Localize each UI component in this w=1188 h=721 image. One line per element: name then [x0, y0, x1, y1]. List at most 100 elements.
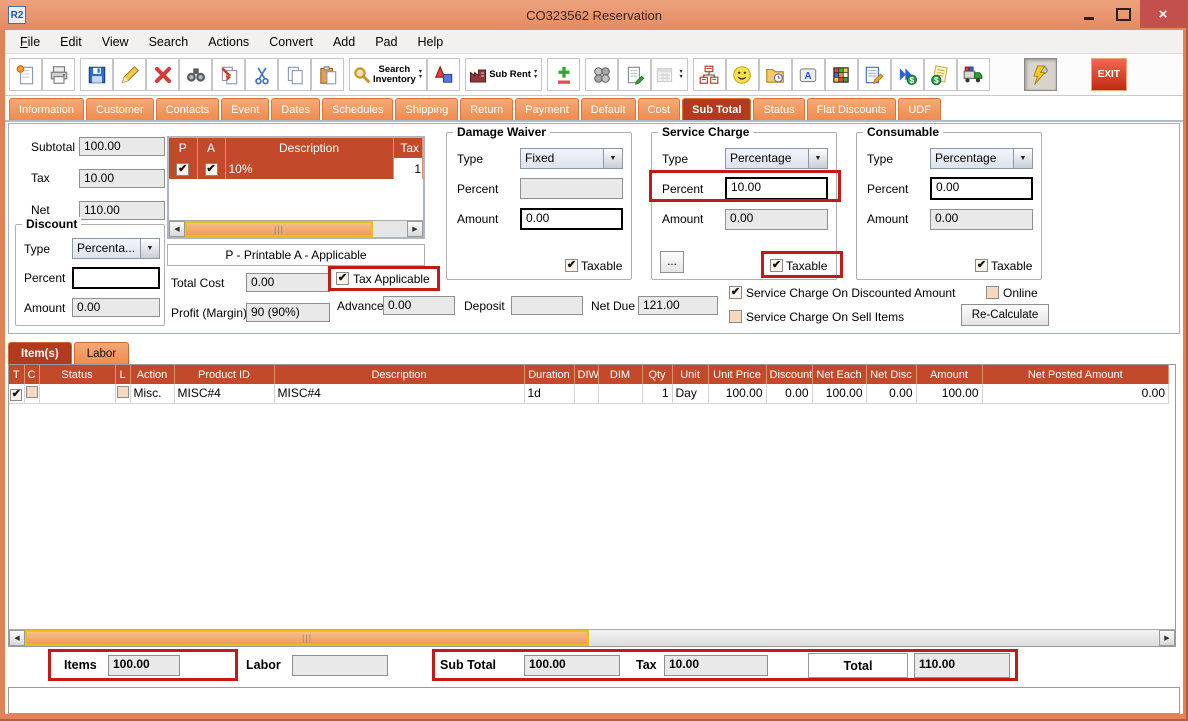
search-inventory-button[interactable]: SearchInventory ▼▼	[349, 58, 427, 91]
copy-special-button[interactable]	[212, 58, 245, 91]
sc-percent-field[interactable]: 10.00	[725, 177, 828, 200]
sc-more-button[interactable]: ...	[660, 251, 684, 273]
paste-button[interactable]	[311, 58, 344, 91]
tab-customer[interactable]: Customer	[86, 98, 154, 120]
new-document-button[interactable]	[9, 58, 42, 91]
chevron-down-icon[interactable]: ▼	[1013, 149, 1032, 168]
menu-file[interactable]: File	[11, 32, 49, 52]
menu-help[interactable]: Help	[408, 32, 452, 52]
co-taxable-checkbox[interactable]	[975, 259, 988, 272]
tax-table-scroll-thumb[interactable]	[185, 221, 373, 237]
sub-rent-dropdown[interactable]: ▼▼	[532, 70, 539, 80]
chevron-down-icon[interactable]: ▼	[808, 149, 827, 168]
online-checkbox[interactable]	[986, 286, 999, 299]
menu-actions[interactable]: Actions	[199, 32, 258, 52]
sc-on-discounted-checkbox[interactable]	[729, 286, 742, 299]
chevron-down-icon[interactable]: ▼	[603, 149, 622, 168]
discount-type-dropdown[interactable]: Percenta... ▼	[72, 238, 160, 259]
tab-flat-discounts[interactable]: Flat Discounts	[807, 98, 897, 120]
item-l-checkbox[interactable]	[117, 386, 129, 398]
tax-row[interactable]: 10% 1	[169, 158, 423, 179]
tab-return[interactable]: Return	[460, 98, 513, 120]
tab-status[interactable]: Status	[753, 98, 804, 120]
shapes-button[interactable]	[427, 58, 460, 91]
maximize-button[interactable]	[1106, 0, 1140, 28]
advance-field[interactable]: 0.00	[383, 296, 455, 315]
scroll-right-icon[interactable]: ▶	[407, 221, 423, 237]
tab-event[interactable]: Event	[221, 98, 269, 120]
menu-convert[interactable]: Convert	[260, 32, 322, 52]
tab-items[interactable]: Item(s)	[8, 342, 72, 364]
tax-applicable-checkbox[interactable]	[336, 272, 349, 285]
close-button[interactable]: ×	[1140, 0, 1186, 28]
exit-button[interactable]: EXIT	[1091, 58, 1127, 91]
tab-information[interactable]: Information	[9, 98, 84, 120]
summary-total-field[interactable]: 110.00	[914, 653, 1010, 678]
net-due-field[interactable]: 121.00	[638, 296, 718, 315]
scroll-left-icon[interactable]: ◀	[169, 221, 185, 237]
sc-on-sell-checkbox[interactable]	[729, 310, 742, 323]
tab-cost[interactable]: Cost	[638, 98, 681, 120]
tab-sub-total[interactable]: Sub Total	[682, 98, 751, 120]
net-field[interactable]: 110.00	[79, 201, 165, 220]
tab-udf[interactable]: UDF	[898, 98, 941, 120]
chevron-down-icon[interactable]: ▼	[140, 239, 159, 258]
summary-labor-field[interactable]	[292, 655, 388, 676]
invoice-button[interactable]: $	[924, 58, 957, 91]
co-amount-field[interactable]: 0.00	[930, 209, 1033, 230]
history-folder-button[interactable]	[759, 58, 792, 91]
co-type-dropdown[interactable]: Percentage ▼	[930, 148, 1033, 169]
keyboard-button[interactable]: A	[792, 58, 825, 91]
discount-percent-field[interactable]	[72, 267, 160, 289]
scroll-left-icon[interactable]: ◀	[9, 630, 25, 646]
discount-amount-field[interactable]: 0.00	[72, 298, 160, 317]
tab-dates[interactable]: Dates	[271, 98, 320, 120]
printable-checkbox[interactable]	[176, 163, 189, 176]
item-t-checkbox[interactable]	[10, 389, 22, 401]
tab-labor[interactable]: Labor	[74, 342, 129, 364]
forward-payment-button[interactable]: $	[891, 58, 924, 91]
tab-default[interactable]: Default	[581, 98, 636, 120]
menu-add[interactable]: Add	[324, 32, 364, 52]
print-button[interactable]	[42, 58, 75, 91]
profit-field[interactable]: 90 (90%)	[246, 303, 330, 322]
dw-percent-field[interactable]	[520, 178, 623, 199]
smiley-button[interactable]	[726, 58, 759, 91]
items-scroll-thumb[interactable]	[25, 630, 589, 646]
tab-shipping[interactable]: Shipping	[395, 98, 458, 120]
edit-button[interactable]	[113, 58, 146, 91]
shipping-button[interactable]	[957, 58, 990, 91]
dw-type-dropdown[interactable]: Fixed ▼	[520, 148, 623, 169]
menu-edit[interactable]: Edit	[51, 32, 91, 52]
total-cost-field[interactable]: 0.00	[246, 273, 330, 292]
summary-tax-field[interactable]: 10.00	[664, 655, 768, 676]
tax-table-hscrollbar[interactable]: ◀ ▶	[169, 220, 423, 237]
menu-view[interactable]: View	[93, 32, 138, 52]
save-button[interactable]	[80, 58, 113, 91]
sc-amount-field[interactable]: 0.00	[725, 209, 828, 230]
rubik-button[interactable]	[825, 58, 858, 91]
co-percent-field[interactable]: 0.00	[930, 177, 1033, 200]
sc-type-dropdown[interactable]: Percentage ▼	[725, 148, 828, 169]
add-button[interactable]	[547, 58, 580, 91]
dw-taxable-checkbox[interactable]	[565, 259, 578, 272]
item-c-checkbox[interactable]	[26, 386, 38, 398]
memo-edit-button[interactable]	[858, 58, 891, 91]
deposit-field[interactable]	[511, 296, 583, 315]
summary-subtotal-field[interactable]: 100.00	[524, 655, 620, 676]
cut-button[interactable]	[245, 58, 278, 91]
tab-payment[interactable]: Payment	[515, 98, 578, 120]
menu-pad[interactable]: Pad	[366, 32, 406, 52]
tax-field[interactable]: 10.00	[79, 169, 165, 188]
org-chart-button[interactable]	[693, 58, 726, 91]
item-row[interactable]: Misc. MISC#4 MISC#4 1d 1 Day 100.00 0.00…	[9, 384, 1169, 403]
summary-items-field[interactable]: 100.00	[108, 655, 180, 676]
scroll-right-icon[interactable]: ▶	[1159, 630, 1175, 646]
subtotal-field[interactable]: 100.00	[79, 137, 165, 156]
delete-button[interactable]	[146, 58, 179, 91]
members-button[interactable]	[585, 58, 618, 91]
search-inventory-dropdown[interactable]: ▼▼	[417, 70, 424, 80]
quick-actions-button[interactable]	[1024, 58, 1057, 91]
items-table-hscrollbar[interactable]: ◀ ▶	[9, 629, 1175, 646]
menu-search[interactable]: Search	[140, 32, 198, 52]
